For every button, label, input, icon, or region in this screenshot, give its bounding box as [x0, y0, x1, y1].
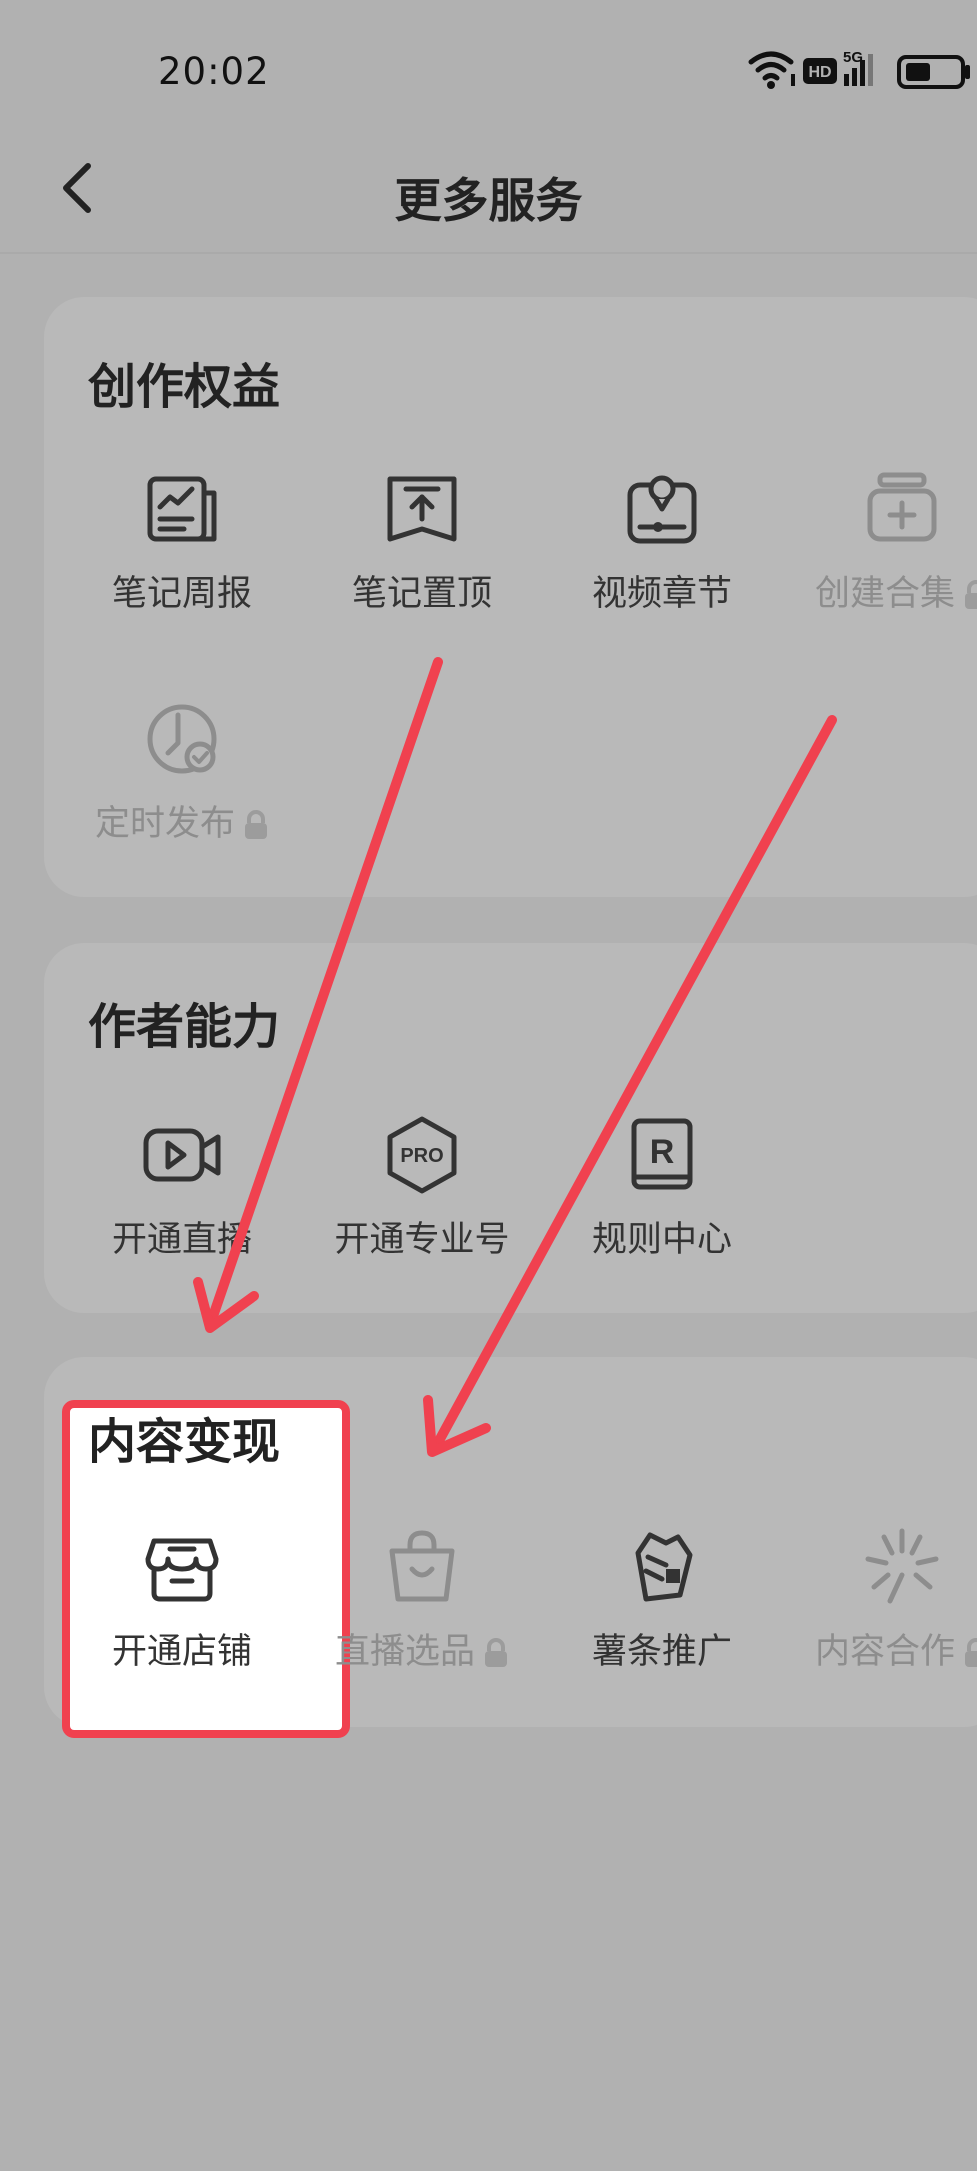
item-label: 笔记周报 — [111, 574, 252, 614]
item-label: 内容合作 — [814, 1632, 955, 1672]
item-live-product-select[interactable]: 直播选品 — [302, 1525, 542, 1674]
item-create-collection[interactable]: 创建合集 — [782, 467, 977, 616]
section-author-abilities: 作者能力 开通直播 PRO 开通专业号 R 规则中心 — [44, 943, 977, 1313]
svg-text:PRO: PRO — [400, 1145, 443, 1167]
create-collection-icon — [867, 472, 937, 542]
wifi-icon — [748, 51, 795, 89]
scheduled-publish-icon — [147, 704, 217, 774]
item-open-pro[interactable]: PRO 开通专业号 — [302, 1113, 542, 1262]
live-camera-icon — [143, 1128, 221, 1182]
item-label-row: 内容合作 — [782, 1623, 977, 1674]
rule-book-icon: R — [631, 1118, 693, 1190]
item-label-row: 定时发布 — [62, 795, 302, 846]
item-open-shop[interactable]: 开通店铺 — [62, 1525, 302, 1674]
item-label: 开通直播 — [111, 1220, 252, 1260]
item-rule-center[interactable]: R 规则中心 — [542, 1113, 782, 1262]
item-label: 开通专业号 — [334, 1220, 510, 1260]
battery-icon — [897, 55, 970, 89]
item-label: 笔记置顶 — [351, 574, 492, 614]
item-video-chapter[interactable]: 视频章节 — [542, 467, 782, 616]
item-scheduled-publish[interactable]: 定时发布 — [62, 697, 302, 846]
page-title: 更多服务 — [394, 174, 583, 229]
shopping-bag-icon — [389, 1530, 455, 1602]
item-content-cooperation[interactable]: 内容合作 — [782, 1525, 977, 1674]
section-title: 创作权益 — [88, 359, 281, 415]
item-label: 定时发布 — [94, 804, 235, 844]
lock-icon — [245, 810, 267, 839]
lock-icon — [965, 1638, 977, 1667]
weekly-report-icon — [147, 476, 217, 542]
status-bar: 20:02 HD 5G — [0, 0, 977, 120]
item-weekly-report[interactable]: 笔记周报 — [62, 467, 302, 616]
item-pin-top[interactable]: 笔记置顶 — [302, 467, 542, 616]
section-title: 作者能力 — [88, 999, 281, 1055]
fries-promo-icon — [635, 1532, 693, 1602]
nav-bar: 更多服务 — [0, 120, 977, 254]
sparkle-icon — [865, 1528, 939, 1604]
item-label: 规则中心 — [591, 1220, 732, 1260]
lock-icon — [965, 580, 977, 609]
item-fries-promotion[interactable]: 薯条推广 — [542, 1525, 782, 1674]
item-label: 创建合集 — [814, 574, 955, 614]
item-label: 薯条推广 — [591, 1632, 732, 1672]
pin-top-icon — [387, 476, 457, 542]
status-time: 20:02 — [158, 50, 270, 93]
section-creation-rights: 创作权益 笔记周报 笔记置顶 视频章节 创建合集 定时发布 — [44, 297, 977, 897]
status-icons: HD 5G — [748, 49, 970, 89]
item-label: 开通店铺 — [111, 1632, 252, 1672]
svg-text:R: R — [650, 1133, 675, 1171]
shop-icon — [145, 1538, 219, 1602]
hd-text: HD — [808, 64, 831, 81]
item-label: 视频章节 — [591, 574, 732, 614]
item-label-row: 直播选品 — [302, 1623, 542, 1674]
section-title: 内容变现 — [88, 1414, 281, 1470]
item-label: 直播选品 — [334, 1632, 475, 1672]
pro-badge-icon: PRO — [387, 1116, 457, 1194]
item-open-live[interactable]: 开通直播 — [62, 1113, 302, 1262]
item-label-row: 创建合集 — [782, 565, 977, 616]
lock-icon — [485, 1638, 507, 1667]
video-chapter-icon — [627, 475, 697, 544]
